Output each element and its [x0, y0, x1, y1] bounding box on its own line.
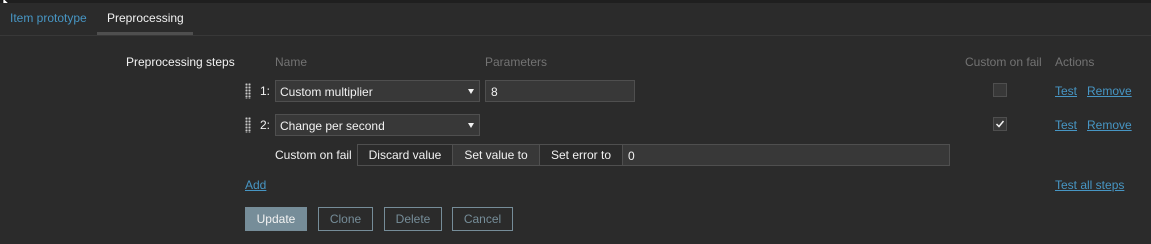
step-type-select[interactable]: Custom multiplier	[275, 80, 480, 102]
custom-on-fail-label: Custom on fail	[275, 148, 352, 162]
set-error-to-option[interactable]: Set error to	[539, 144, 623, 166]
step-index: 2:	[260, 118, 271, 132]
add-step-link[interactable]: Add	[245, 178, 266, 192]
remove-step-link[interactable]: Remove	[1087, 84, 1132, 98]
cancel-button[interactable]: Cancel	[452, 207, 513, 231]
column-header-parameters: Parameters	[485, 55, 548, 69]
delete-button[interactable]: Delete	[384, 207, 442, 231]
tab-item-prototype[interactable]: Item prototype	[10, 11, 87, 25]
test-all-steps-link[interactable]: Test all steps	[1055, 178, 1124, 192]
discard-value-option[interactable]: Discard value	[357, 144, 453, 166]
custom-on-fail-checkbox[interactable]	[993, 83, 1007, 97]
custom-on-fail-value-input[interactable]: 0	[622, 144, 950, 166]
dropdown-arrow-icon	[468, 123, 474, 128]
tab-bar: Item prototype Preprocessing	[0, 3, 1151, 36]
tab-preprocessing[interactable]: Preprocessing	[107, 11, 184, 25]
active-tab-indicator	[97, 32, 193, 35]
drag-handle-icon[interactable]	[245, 83, 251, 99]
clone-button[interactable]: Clone	[318, 207, 373, 231]
drag-handle-icon[interactable]	[245, 117, 251, 133]
step-parameter-value: 8	[491, 85, 498, 99]
test-step-link[interactable]: Test	[1055, 118, 1077, 132]
column-header-name: Name	[275, 55, 308, 69]
custom-on-fail-checkbox[interactable]	[993, 117, 1007, 131]
test-step-link[interactable]: Test	[1055, 84, 1077, 98]
dropdown-arrow-icon	[468, 89, 474, 94]
column-header-custom-on-fail: Custom on fail	[965, 55, 1042, 69]
custom-on-fail-value: 0	[628, 149, 635, 163]
column-header-actions: Actions	[1055, 55, 1095, 69]
remove-step-link[interactable]: Remove	[1087, 118, 1132, 132]
step-index: 1:	[260, 84, 271, 98]
update-button[interactable]: Update	[245, 207, 307, 231]
step-type-value: Change per second	[280, 119, 385, 133]
step-parameter-input[interactable]: 8	[485, 80, 635, 102]
preprocessing-steps-label: Preprocessing steps	[126, 55, 235, 69]
checkmark-icon	[995, 120, 1005, 128]
step-type-select[interactable]: Change per second	[275, 114, 480, 136]
set-value-to-option[interactable]: Set value to	[452, 144, 540, 166]
step-type-value: Custom multiplier	[280, 85, 373, 99]
